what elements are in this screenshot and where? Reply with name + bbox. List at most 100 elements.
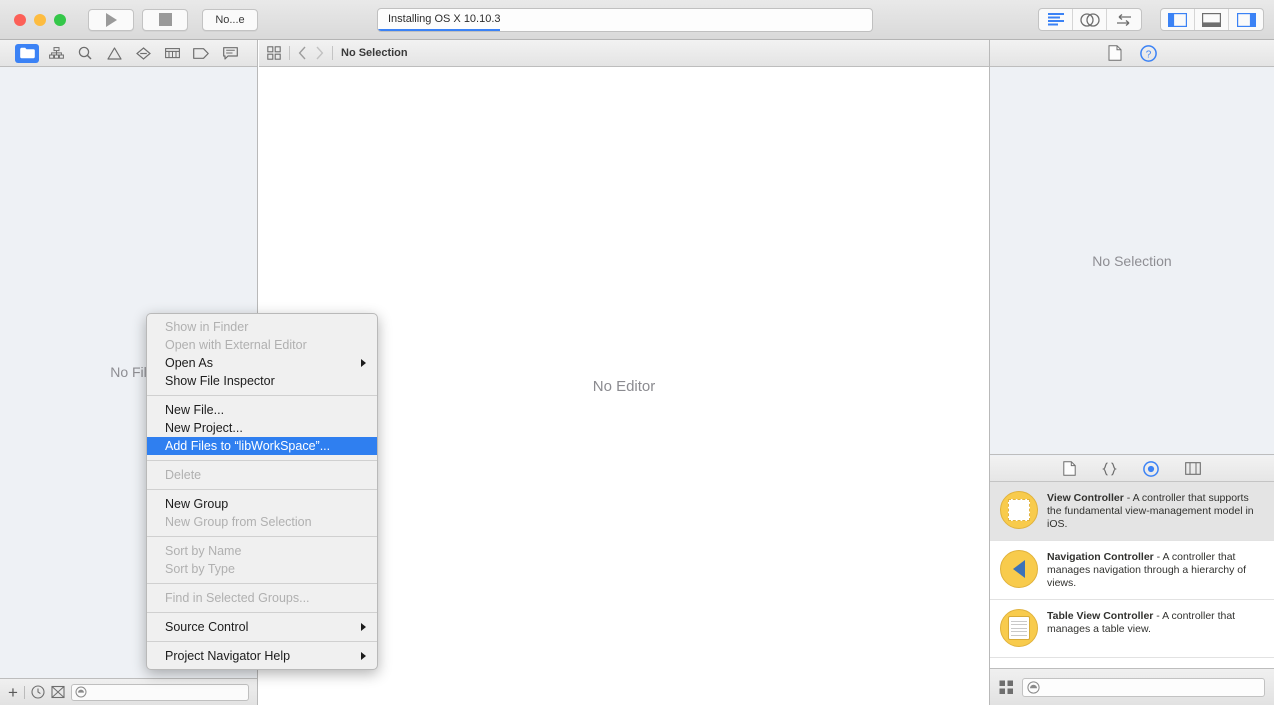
menu-item-label: Project Navigator Help: [165, 649, 291, 663]
right-panel-icon: [1236, 12, 1256, 27]
window-controls: [14, 13, 66, 26]
sidebar-item-project-navigator[interactable]: [15, 43, 39, 63]
stop-button[interactable]: [142, 8, 188, 31]
document-icon[interactable]: [1063, 461, 1076, 476]
menu-item-label: Open with External Editor: [165, 338, 307, 352]
sidebar-item-symbol-navigator[interactable]: [44, 44, 68, 63]
list-item-title: View Controller: [1047, 492, 1124, 504]
menu-item-sort-by-type[interactable]: Sort by Type: [147, 560, 377, 578]
menu-item-label: Show in Finder: [165, 320, 249, 334]
sidebar-item-report-navigator[interactable]: [218, 44, 242, 63]
tag-icon: [193, 47, 209, 59]
menu-item-label: Sort by Type: [165, 562, 235, 576]
menu-item-label: Source Control: [165, 620, 249, 634]
braces-icon[interactable]: [1102, 461, 1117, 476]
grid-icon[interactable]: [999, 680, 1014, 695]
chevron-left-icon[interactable]: [298, 46, 307, 60]
submenu-arrow-icon: [361, 623, 366, 631]
menu-item-sort-by-name[interactable]: Sort by Name: [147, 542, 377, 560]
toggle-debug-area-button[interactable]: [1195, 9, 1229, 30]
sidebar-item-breakpoint-navigator[interactable]: [189, 44, 213, 63]
object-library-list[interactable]: View Controller - A controller that supp…: [990, 482, 1274, 668]
standard-editor-button[interactable]: [1039, 9, 1073, 30]
zoom-button[interactable]: [54, 13, 66, 26]
svg-text:?: ?: [1145, 49, 1151, 60]
menu-item-open-as[interactable]: Open As: [147, 354, 377, 372]
chevron-right-icon[interactable]: [315, 46, 324, 60]
menu-item-add-files-to-workspace[interactable]: Add Files to “libWorkSpace”...: [147, 437, 377, 455]
two-way-arrow-icon: [1117, 13, 1131, 26]
menu-item-label: New Group from Selection: [165, 515, 312, 529]
play-icon: [105, 12, 117, 27]
menu-item-label: Sort by Name: [165, 544, 242, 558]
menu-item-find-in-selected-groups[interactable]: Find in Selected Groups...: [147, 589, 377, 607]
search-icon: [78, 46, 92, 60]
menu-item-label: Find in Selected Groups...: [165, 591, 310, 605]
progress-bar: [378, 29, 500, 31]
stop-square-icon: [158, 13, 172, 26]
lines-icon: [1047, 13, 1064, 26]
bottom-panel-icon: [1202, 12, 1221, 27]
sidebar-item-test-navigator[interactable]: [131, 44, 155, 63]
toggle-navigator-button[interactable]: [1161, 9, 1195, 30]
menu-separator: [147, 583, 377, 584]
library-search-field[interactable]: [1022, 677, 1265, 697]
toggle-utilities-button[interactable]: [1229, 9, 1263, 30]
navigator-filter-field[interactable]: [70, 683, 249, 701]
sidebar-item-issue-navigator[interactable]: [102, 44, 126, 63]
menu-item-open-with-external-editor[interactable]: Open with External Editor: [147, 336, 377, 354]
filter-circle-icon: [1027, 680, 1040, 694]
menu-item-source-control[interactable]: Source Control: [147, 618, 377, 636]
speech-bubble-icon: [222, 46, 238, 60]
list-item[interactable]: Table View Controller - A controller tha…: [990, 600, 1274, 658]
clock-icon[interactable]: [31, 685, 45, 699]
minimize-button[interactable]: [34, 13, 46, 26]
activity-status-view: Installing OS X 10.10.3: [377, 8, 873, 32]
sidebar-item-find-navigator[interactable]: [73, 44, 97, 63]
menu-item-delete[interactable]: Delete: [147, 466, 377, 484]
menu-item-new-project[interactable]: New Project...: [147, 419, 377, 437]
menu-item-new-file[interactable]: New File...: [147, 401, 377, 419]
assistant-editor-button[interactable]: [1073, 9, 1107, 30]
run-button[interactable]: [88, 8, 134, 31]
menu-item-show-file-inspector[interactable]: Show File Inspector: [147, 372, 377, 390]
close-button[interactable]: [14, 13, 26, 26]
menu-item-label: Add Files to “libWorkSpace”...: [165, 439, 331, 453]
menu-item-project-navigator-help[interactable]: Project Navigator Help: [147, 647, 377, 665]
list-item-text: Table View Controller - A controller tha…: [1047, 609, 1264, 636]
menu-separator: [147, 489, 377, 490]
list-item[interactable]: Navigation Controller - A controller tha…: [990, 541, 1274, 600]
list-item[interactable]: View Controller - A controller that supp…: [990, 482, 1274, 541]
table-view-controller-icon: [1000, 609, 1038, 647]
add-item-button[interactable]: +: [8, 684, 18, 701]
menu-item-new-group[interactable]: New Group: [147, 495, 377, 513]
submenu-arrow-icon: [361, 359, 366, 367]
context-menu[interactable]: Show in Finder Open with External Editor…: [146, 313, 378, 670]
menu-separator: [147, 536, 377, 537]
scheme-selector[interactable]: No...e: [202, 8, 258, 31]
jump-bar-path[interactable]: No Selection: [341, 47, 408, 59]
document-icon[interactable]: [1108, 45, 1122, 61]
warning-triangle-icon: [106, 46, 122, 60]
sidebar-item-debug-navigator[interactable]: [160, 44, 184, 63]
inspector-tab-bar: ?: [990, 40, 1274, 67]
navigator-bottom-bar: +: [0, 678, 257, 705]
menu-item-show-in-finder[interactable]: Show in Finder: [147, 318, 377, 336]
sourcecontrol-icon[interactable]: [51, 685, 65, 699]
navigation-controller-icon: [1000, 550, 1038, 588]
gauge-icon: [164, 48, 180, 59]
library-bottom-bar: [990, 668, 1274, 705]
media-icon[interactable]: [1185, 462, 1201, 475]
venn-circles-icon: [1079, 12, 1100, 27]
divider: [332, 46, 333, 60]
navigation-chevron-glyph: [1013, 560, 1025, 578]
grid-icon[interactable]: [267, 46, 281, 60]
menu-item-new-group-from-selection[interactable]: New Group from Selection: [147, 513, 377, 531]
menu-item-label: New Project...: [165, 421, 243, 435]
menu-item-label: Open As: [165, 356, 213, 370]
filter-circle-icon: [75, 686, 87, 698]
version-editor-button[interactable]: [1107, 9, 1141, 30]
question-circle-icon[interactable]: ?: [1139, 44, 1157, 62]
library-tab-bar: [990, 456, 1274, 482]
circle-target-icon[interactable]: [1143, 460, 1159, 477]
